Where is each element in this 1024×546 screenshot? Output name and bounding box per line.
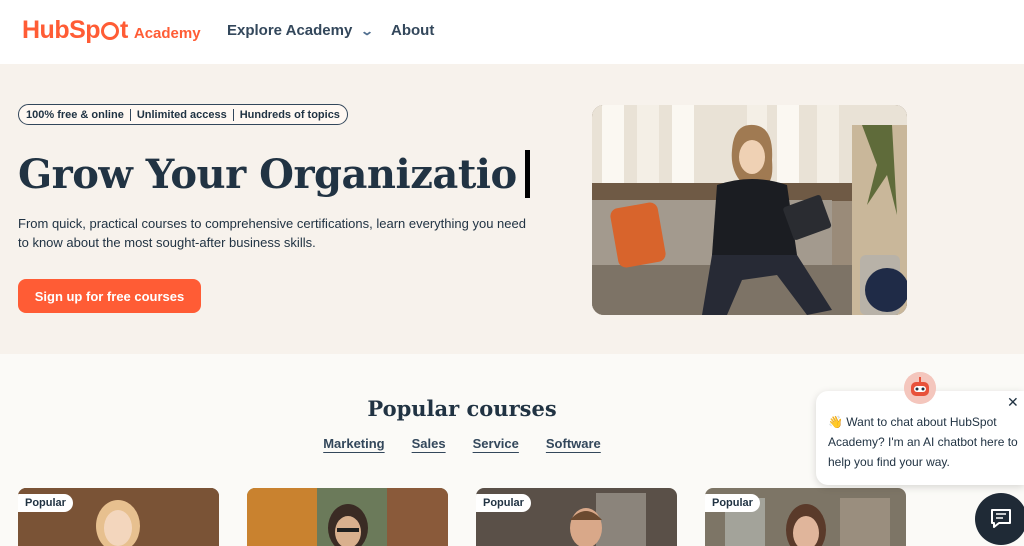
robot-icon — [904, 372, 936, 404]
nav-explore-academy[interactable]: Explore Academy ⌄ — [227, 22, 375, 39]
tab-service[interactable]: Service — [473, 436, 519, 451]
sprocket-icon — [101, 22, 120, 40]
hero-description: From quick, practical courses to compreh… — [18, 216, 526, 250]
tab-marketing[interactable]: Marketing — [323, 436, 384, 451]
course-card[interactable]: Popular — [476, 488, 677, 546]
hero-photo — [592, 105, 907, 315]
hero-photo-illustration — [592, 105, 907, 315]
popular-badge: Popular — [476, 494, 531, 512]
pill-unlimited-access: Unlimited access — [129, 108, 233, 121]
logo-academy-label: Academy — [133, 25, 201, 42]
logo-wordmark: HubSp t — [22, 16, 128, 44]
chatbot-message[interactable]: ✕ 👋 Want to chat about HubSpot Academy? … — [816, 391, 1024, 485]
hero-title-text: Grow Your Organizatio — [18, 150, 517, 198]
signup-button[interactable]: Sign up for free courses — [18, 279, 201, 313]
chatbot-avatar — [904, 372, 936, 404]
tab-sales[interactable]: Sales — [412, 436, 446, 451]
nav-about[interactable]: About — [391, 22, 434, 39]
chat-bubble-icon — [991, 509, 1011, 528]
course-card[interactable] — [247, 488, 448, 546]
course-card[interactable]: Popular — [18, 488, 219, 546]
typing-cursor — [524, 150, 530, 198]
course-tabs: Marketing Sales Service Software — [0, 436, 924, 451]
chat-launcher-button[interactable] — [975, 493, 1024, 545]
tab-software[interactable]: Software — [546, 436, 601, 451]
pill-free-online: 100% free & online — [26, 108, 124, 121]
close-icon[interactable]: ✕ — [1007, 394, 1019, 411]
popular-courses-title: Popular courses — [367, 396, 557, 421]
chatbot-message-text: 👋 Want to chat about HubSpot Academy? I'… — [828, 415, 1018, 469]
chevron-down-icon: ⌄ — [360, 24, 375, 38]
popular-badge: Popular — [18, 494, 73, 512]
hubspot-academy-logo[interactable]: HubSp t Academy — [22, 16, 201, 45]
course-thumbnail — [247, 488, 448, 546]
nav-explore-label: Explore Academy — [227, 22, 353, 39]
hero-section: 100% free & online Unlimited access Hund… — [0, 64, 1024, 354]
course-card[interactable]: Popular — [705, 488, 906, 546]
popular-badge: Popular — [705, 494, 760, 512]
site-header: HubSp t Academy Explore Academy ⌄ About — [0, 0, 1024, 64]
hero-title: Grow Your Organizatio — [18, 150, 530, 198]
feature-pills: 100% free & online Unlimited access Hund… — [18, 104, 348, 125]
pill-hundreds-topics: Hundreds of topics — [232, 108, 340, 121]
